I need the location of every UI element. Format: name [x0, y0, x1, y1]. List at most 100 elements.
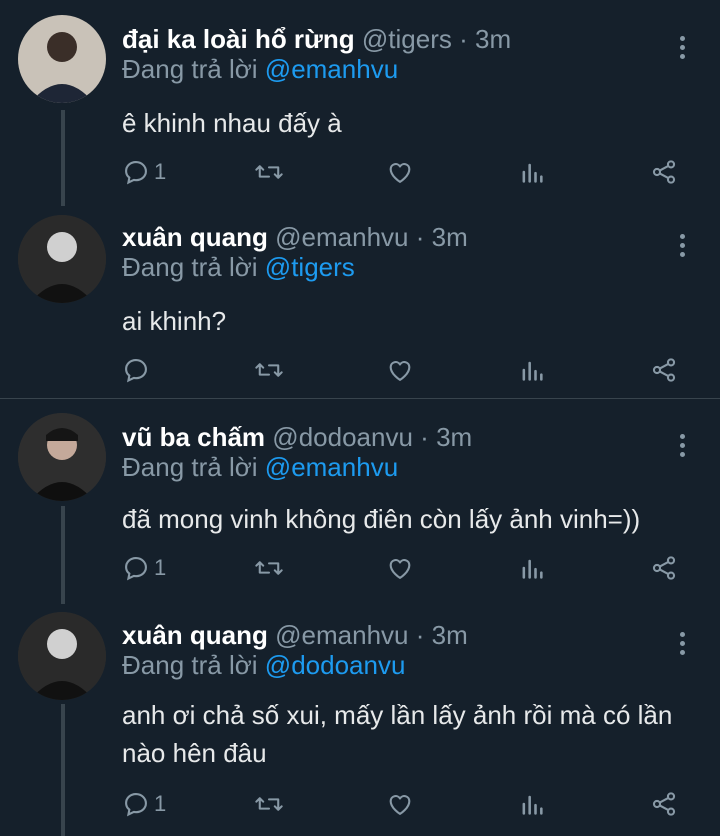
share-button[interactable] — [650, 154, 678, 190]
replying-to: Đang trả lời @tigers — [122, 252, 355, 283]
heart-icon — [389, 559, 411, 579]
tweet[interactable]: đại ka loài hổ rừng @tigers · 3m Đang tr… — [0, 10, 720, 200]
replying-to: Đang trả lời @emanhvu — [122, 54, 398, 85]
reply-button[interactable]: 1 — [122, 786, 166, 822]
avatar[interactable] — [18, 15, 106, 103]
tweet-actions: 1 — [0, 786, 720, 822]
replying-label: Đang trả lời — [122, 650, 258, 680]
separator-dot: · — [459, 24, 468, 54]
like-button[interactable] — [386, 786, 414, 822]
analytics-icon — [522, 361, 543, 381]
reply-count: 1 — [154, 159, 167, 184]
timestamp[interactable]: 3m — [432, 620, 468, 650]
retweet-button[interactable] — [254, 352, 284, 388]
analytics-button[interactable] — [518, 154, 546, 190]
separator-dot: · — [415, 222, 425, 252]
tweet-header: vũ ba chấm @dodoanvu · 3m — [122, 422, 472, 453]
retweet-button[interactable] — [254, 550, 284, 586]
analytics-button[interactable] — [518, 786, 546, 822]
analytics-icon — [522, 795, 543, 815]
tweet-actions — [0, 352, 720, 388]
share-icon — [652, 792, 676, 816]
more-options-icon[interactable] — [676, 36, 688, 62]
tweet-text: ê khinh nhau đấy à — [122, 108, 342, 138]
retweet-icon — [255, 561, 283, 575]
timestamp[interactable]: 3m — [475, 24, 511, 54]
more-options-icon[interactable] — [676, 234, 688, 260]
replying-to-handle[interactable]: @dodoanvu — [265, 650, 406, 680]
retweet-icon — [255, 363, 283, 377]
reply-icon — [125, 557, 147, 581]
reply-button[interactable]: 1 — [122, 550, 166, 586]
share-button[interactable] — [650, 550, 678, 586]
user-handle[interactable]: @emanhvu — [275, 620, 408, 650]
replying-to: Đang trả lời @emanhvu — [122, 452, 398, 483]
display-name[interactable]: vũ ba chấm — [122, 422, 265, 452]
reply-button[interactable] — [122, 352, 154, 388]
share-icon — [652, 358, 676, 382]
tweet-actions: 1 — [0, 550, 720, 586]
timestamp[interactable]: 3m — [436, 422, 472, 452]
tweet[interactable]: xuân quang @emanhvu · 3m Đang trả lời @d… — [0, 606, 720, 836]
like-button[interactable] — [386, 352, 414, 388]
tweet-actions: 1 — [0, 154, 720, 190]
analytics-button[interactable] — [518, 352, 546, 388]
separator-dot: · — [420, 422, 429, 452]
reply-button[interactable]: 1 — [122, 154, 166, 190]
tweet[interactable]: xuân quang @emanhvu · 3m Đang trả lời @t… — [0, 208, 720, 394]
tweet[interactable]: vũ ba chấm @dodoanvu · 3m Đang trả lời @… — [0, 408, 720, 598]
tweet-header: đại ka loài hổ rừng @tigers · 3m — [122, 24, 511, 55]
display-name[interactable]: xuân quang — [122, 620, 268, 650]
replying-to-handle[interactable]: @emanhvu — [265, 54, 398, 84]
analytics-icon — [522, 163, 543, 183]
avatar-person-icon — [18, 15, 106, 103]
avatar-person-icon — [18, 215, 106, 303]
tweet-header: xuân quang @emanhvu · 3m — [122, 222, 468, 253]
reply-icon — [125, 359, 147, 383]
thread-divider — [0, 398, 720, 399]
reply-icon — [125, 793, 147, 817]
reply-count: 1 — [154, 791, 167, 816]
analytics-button[interactable] — [518, 550, 546, 586]
replying-to-handle[interactable]: @emanhvu — [265, 452, 398, 482]
separator-dot: · — [415, 620, 425, 650]
user-handle[interactable]: @tigers — [362, 24, 452, 54]
share-icon — [652, 556, 676, 580]
reply-icon — [125, 161, 147, 185]
like-button[interactable] — [386, 550, 414, 586]
like-button[interactable] — [386, 154, 414, 190]
share-button[interactable] — [650, 352, 678, 388]
display-name[interactable]: xuân quang — [122, 222, 268, 252]
avatar[interactable] — [18, 215, 106, 303]
replying-label: Đang trả lời — [122, 252, 258, 282]
tweet-text: anh ơi chả số xui, mấy lần lấy ảnh rồi m… — [122, 700, 673, 768]
avatar[interactable] — [18, 612, 106, 700]
tweet-header: xuân quang @emanhvu · 3m — [122, 620, 468, 651]
avatar-person-icon — [18, 612, 106, 700]
heart-icon — [389, 163, 411, 183]
user-handle[interactable]: @emanhvu — [275, 222, 408, 252]
replying-to-handle[interactable]: @tigers — [265, 252, 355, 282]
replying-label: Đang trả lời — [122, 452, 258, 482]
more-options-icon[interactable] — [676, 434, 688, 460]
analytics-icon — [522, 559, 543, 579]
timestamp[interactable]: 3m — [432, 222, 468, 252]
replying-to: Đang trả lời @dodoanvu — [122, 650, 405, 681]
avatar-person-icon — [18, 413, 106, 501]
heart-icon — [389, 795, 411, 815]
retweet-icon — [255, 165, 283, 179]
share-icon — [652, 160, 676, 184]
retweet-button[interactable] — [254, 786, 284, 822]
heart-icon — [389, 361, 411, 381]
avatar[interactable] — [18, 413, 106, 501]
share-button[interactable] — [650, 786, 678, 822]
user-handle[interactable]: @dodoanvu — [272, 422, 413, 452]
replying-label: Đang trả lời — [122, 54, 258, 84]
tweet-text: đã mong vinh không điên còn lấy ảnh vinh… — [122, 504, 641, 534]
more-options-icon[interactable] — [676, 632, 688, 658]
tweet-text: ai khinh? — [122, 306, 227, 336]
display-name[interactable]: đại ka loài hổ rừng — [122, 24, 355, 54]
reply-count: 1 — [154, 555, 167, 580]
retweet-button[interactable] — [254, 154, 284, 190]
retweet-icon — [255, 797, 283, 811]
